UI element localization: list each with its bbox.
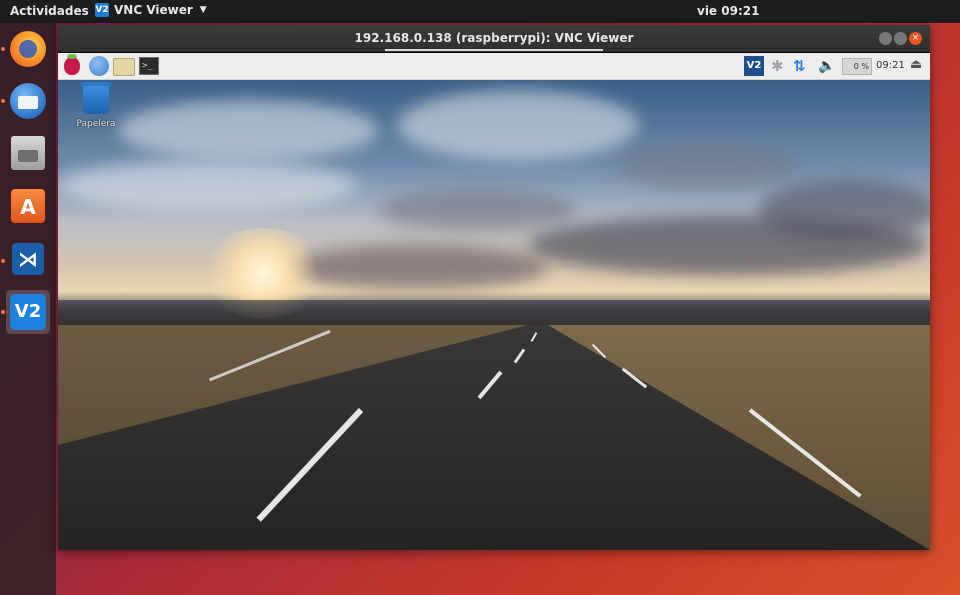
cloud — [58, 160, 358, 210]
remote-desktop[interactable]: Papelera — [58, 80, 930, 550]
dock-item-vnc-viewer[interactable]: V2 — [6, 290, 50, 334]
activities-button[interactable]: Actividades — [10, 4, 89, 18]
cloud — [758, 180, 930, 240]
dock-item-firefox[interactable] — [6, 27, 50, 71]
eject-icon[interactable]: ⏏ — [910, 57, 922, 72]
panel-clock[interactable]: 09:21 — [876, 60, 905, 71]
desktop-icon-trash[interactable]: Papelera — [74, 82, 118, 129]
running-indicator — [1, 47, 5, 51]
vnc-viewer-icon: V2 — [95, 3, 109, 17]
running-indicator — [1, 259, 5, 263]
top-bar: Actividades V2 VNC Viewer ▼ vie 09:21 — [0, 0, 960, 23]
desktop-icon-label: Papelera — [76, 119, 116, 129]
running-indicator — [1, 99, 5, 103]
raspberry-panel: >_ V2 ✱ ⇅ 🔈 0 % 09:21 ⏏ — [58, 53, 930, 80]
cloud — [118, 100, 378, 160]
files-icon — [11, 136, 45, 170]
firefox-icon — [10, 31, 46, 67]
running-indicator — [1, 310, 5, 314]
dock-item-files[interactable] — [6, 131, 50, 175]
window-titlebar[interactable]: 192.168.0.138 (raspberrypi): VNC Viewer … — [58, 25, 930, 52]
vnc-server-tray-icon[interactable]: V2 — [744, 56, 764, 76]
terminal-icon[interactable]: >_ — [139, 57, 159, 75]
dock: A ⋊ V2 — [0, 23, 56, 595]
software-store-icon: A — [11, 189, 45, 223]
maximize-button[interactable] — [894, 32, 907, 45]
vscode-icon: ⋊ — [12, 243, 44, 275]
network-icon[interactable]: ⇅ — [793, 56, 806, 76]
dock-item-thunderbird[interactable] — [6, 79, 50, 123]
cloud — [378, 190, 578, 230]
close-button[interactable]: × — [909, 32, 922, 45]
volume-icon[interactable]: 🔈 — [818, 56, 835, 76]
cloud — [618, 140, 798, 190]
trash-icon — [80, 82, 112, 114]
bluetooth-icon[interactable]: ✱ — [771, 56, 784, 76]
app-menu[interactable]: V2 VNC Viewer ▼ — [95, 3, 207, 17]
raspberry-menu-icon[interactable] — [64, 54, 80, 75]
browser-icon[interactable] — [89, 56, 109, 76]
vnc-viewer-icon: V2 — [10, 294, 46, 330]
vnc-window: 192.168.0.138 (raspberrypi): VNC Viewer … — [58, 25, 930, 550]
chevron-down-icon: ▼ — [199, 5, 207, 15]
app-menu-label: VNC Viewer — [114, 3, 193, 17]
window-title: 192.168.0.138 (raspberrypi): VNC Viewer — [354, 31, 634, 45]
thunderbird-icon — [10, 83, 46, 119]
cpu-usage-monitor[interactable]: 0 % — [842, 58, 872, 75]
cloud — [398, 90, 638, 160]
minimize-button[interactable] — [879, 32, 892, 45]
file-manager-icon[interactable] — [113, 58, 135, 76]
dock-item-vscode[interactable]: ⋊ — [6, 237, 50, 281]
toolbar-handle[interactable] — [385, 49, 603, 51]
clock[interactable]: vie 09:21 — [697, 4, 759, 18]
dock-item-software[interactable]: A — [6, 184, 50, 228]
